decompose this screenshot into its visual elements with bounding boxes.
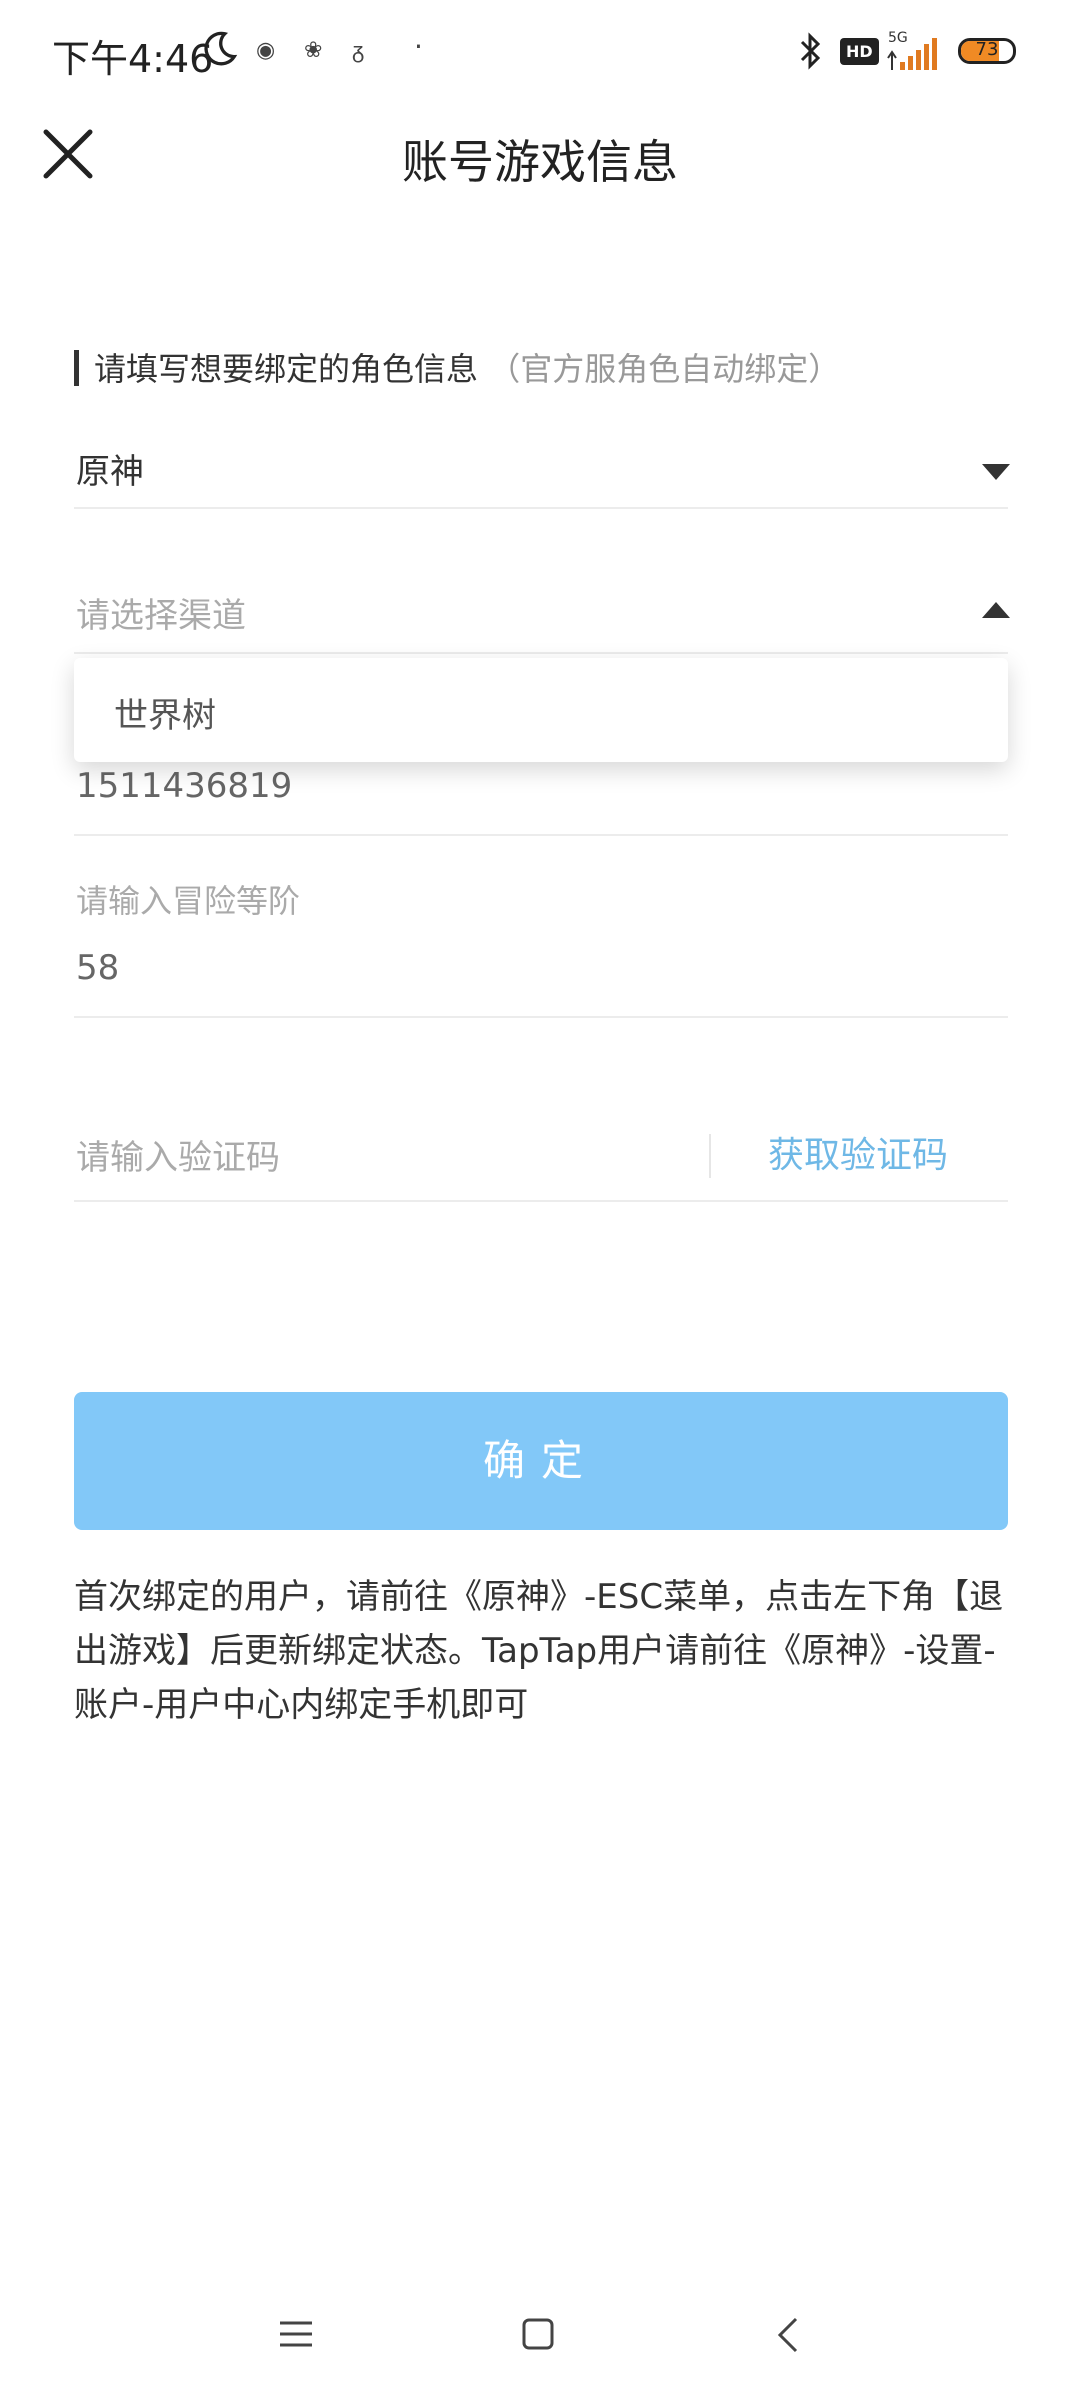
chevron-up-icon — [982, 602, 1010, 618]
hd-voice-badge: HD — [840, 38, 879, 65]
section-label-text: 请填写想要绑定的角色信息 — [94, 350, 479, 388]
section-label: 请填写想要绑定的角色信息 （官方服角色自动绑定） — [94, 344, 840, 390]
home-icon[interactable] — [522, 2318, 554, 2350]
chevron-down-icon — [982, 464, 1010, 480]
confirm-button[interactable]: 确定 — [74, 1392, 1008, 1530]
page-title: 账号游戏信息 — [402, 135, 678, 189]
channel-select-placeholder: 请选择渠道 — [76, 596, 246, 636]
qq-icon: ❀ — [304, 38, 323, 63]
divider — [74, 652, 1008, 654]
verification-code-input[interactable]: 请输入验证码 — [76, 1130, 280, 1179]
code-separator — [709, 1134, 711, 1178]
divider — [74, 1016, 1008, 1018]
status-bar: 下午4:46 ◉ ❀ ᵹ · HD 5G 73 — [0, 0, 1080, 110]
level-field-label: 请输入冒险等阶 — [76, 882, 301, 920]
section-marker — [74, 350, 79, 386]
level-input[interactable]: 58 — [76, 948, 119, 988]
back-icon[interactable] — [776, 2316, 800, 2354]
divider — [74, 834, 1008, 836]
battery-level: 73 — [975, 39, 999, 60]
get-code-button[interactable]: 获取验证码 — [768, 1126, 948, 1178]
status-time: 下午4:46 — [52, 37, 214, 81]
app-icon: ᵹ — [352, 39, 365, 64]
game-select-value: 原神 — [76, 452, 144, 492]
channel-select[interactable]: 请选择渠道 — [74, 584, 1010, 654]
dot-icon: · — [414, 30, 423, 63]
bluetooth-icon — [800, 32, 821, 70]
divider — [74, 1200, 1008, 1202]
binding-note: 首次绑定的用户，请前往《原神》-ESC菜单，点击左下角【退出游戏】后更新绑定状态… — [74, 1577, 1004, 1725]
menu-icon[interactable] — [278, 2320, 314, 2348]
section-hint: （官方服角色自动绑定） — [488, 350, 841, 388]
game-select[interactable]: 原神 — [74, 440, 1010, 510]
channel-dropdown: 世界树 — [74, 658, 1008, 762]
weibo-icon: ◉ — [256, 38, 276, 63]
dropdown-option-world-tree[interactable]: 世界树 — [114, 688, 216, 737]
divider — [74, 507, 1008, 509]
uid-input[interactable]: 1511436819 — [76, 766, 292, 806]
signal-strength-icon — [887, 38, 937, 70]
do-not-disturb-moon-icon — [204, 31, 238, 66]
